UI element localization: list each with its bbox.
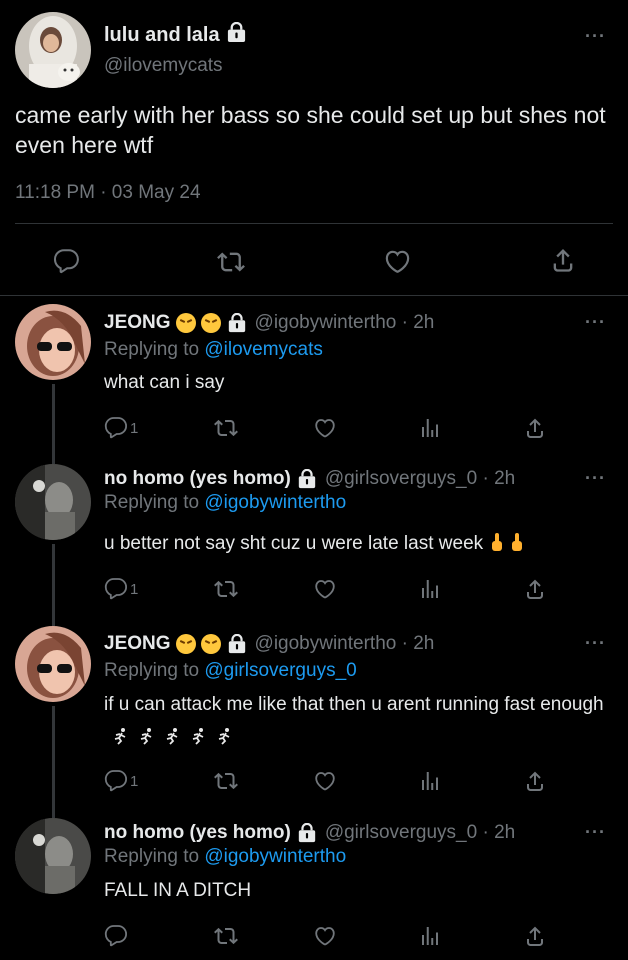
middle-finger-emoji	[492, 533, 503, 551]
retweet-icon[interactable]	[214, 416, 238, 440]
more-icon[interactable]: ···	[585, 312, 606, 333]
lock-icon	[297, 823, 317, 843]
persevering-face-emoji	[175, 313, 196, 333]
reply-count: 1	[130, 419, 139, 437]
running-emoji	[218, 728, 230, 745]
running-emoji	[114, 728, 126, 745]
reply-text: what can i say	[104, 372, 225, 393]
running-emoji	[192, 728, 204, 745]
tweet-timestamp[interactable]: 11:18 PM · 03 May 24	[15, 182, 201, 204]
replying-to-label: Replying to	[104, 339, 205, 360]
reply-icon[interactable]	[104, 924, 128, 948]
reply-button[interactable]: 1	[104, 416, 138, 440]
replying-to-link[interactable]: @igobywintertho	[204, 492, 346, 513]
divider	[15, 223, 613, 224]
retweet-icon[interactable]	[214, 924, 238, 948]
author-display-name[interactable]: JEONG	[104, 312, 171, 334]
reply-text-content: if u can attack me like that then u aren…	[104, 694, 604, 715]
avatar[interactable]	[15, 818, 91, 894]
reply-author[interactable]: JEONG @igobywintertho · 2h	[104, 312, 434, 334]
avatar[interactable]	[15, 12, 91, 88]
replying-to: Replying to @ilovemycats	[104, 339, 323, 361]
replying-to-label: Replying to	[104, 492, 205, 513]
author-handle[interactable]: @ilovemycats	[104, 55, 223, 77]
thread-line	[52, 706, 55, 818]
persevering-face-emoji	[200, 313, 221, 333]
replying-to: Replying to @igobywintertho	[104, 492, 346, 514]
author-handle[interactable]: @igobywintertho · 2h	[255, 633, 435, 655]
reply-author[interactable]: no homo (yes homo) @girlsoverguys_0 · 2h	[104, 468, 515, 490]
running-emoji	[140, 728, 152, 745]
persevering-face-emoji	[175, 634, 196, 654]
lock-icon	[227, 634, 247, 654]
views-icon[interactable]	[418, 577, 442, 601]
replying-to-label: Replying to	[104, 660, 205, 681]
reply-text-content: u better not say sht cuz u were late las…	[104, 533, 484, 554]
author-handle[interactable]: @igobywintertho · 2h	[255, 312, 435, 334]
main-tweet: lulu and lala @ilovemycats ··· came earl…	[0, 0, 628, 296]
share-icon[interactable]	[523, 577, 547, 601]
views-icon[interactable]	[418, 769, 442, 793]
like-icon[interactable]	[313, 924, 337, 948]
more-icon[interactable]: ···	[585, 822, 606, 843]
reply-icon[interactable]	[104, 769, 128, 793]
share-icon[interactable]	[549, 246, 577, 274]
replying-to-link[interactable]: @girlsoverguys_0	[204, 660, 356, 681]
thread-line	[52, 384, 55, 464]
lock-icon	[227, 313, 247, 333]
share-icon[interactable]	[523, 416, 547, 440]
reply-author[interactable]: no homo (yes homo) @girlsoverguys_0 · 2h	[104, 822, 515, 844]
author-display-name[interactable]: no homo (yes homo)	[104, 822, 291, 844]
reply-author[interactable]: JEONG @igobywintertho · 2h	[104, 633, 434, 655]
reply-text: u better not say sht cuz u were late las…	[104, 527, 624, 560]
reply-icon[interactable]	[53, 248, 80, 275]
more-icon[interactable]: ···	[585, 468, 606, 489]
retweet-icon[interactable]	[214, 769, 238, 793]
replying-to: Replying to @girlsoverguys_0	[104, 660, 357, 682]
avatar[interactable]	[15, 304, 91, 380]
reply-text: if u can attack me like that then u aren…	[104, 688, 614, 754]
reply-icon[interactable]	[104, 416, 128, 440]
reply-text: FALL IN A DITCH	[104, 880, 252, 901]
middle-finger-emoji	[512, 533, 523, 551]
like-icon[interactable]	[313, 769, 337, 793]
retweet-icon[interactable]	[214, 577, 238, 601]
more-icon[interactable]: ···	[585, 26, 606, 47]
replying-to-link[interactable]: @igobywintertho	[204, 846, 346, 867]
replying-to-label: Replying to	[104, 846, 205, 867]
replying-to: Replying to @igobywintertho	[104, 846, 346, 868]
views-icon[interactable]	[418, 924, 442, 948]
reply-count: 1	[130, 772, 139, 790]
more-icon[interactable]: ···	[585, 633, 606, 654]
retweet-icon[interactable]	[217, 248, 245, 276]
reply-button[interactable]: 1	[104, 769, 138, 793]
divider	[0, 295, 628, 296]
author-display-name[interactable]: no homo (yes homo)	[104, 468, 291, 490]
thread-line	[52, 544, 55, 626]
tweet-text: came early with her bass so she could se…	[15, 102, 606, 158]
reply-count: 1	[130, 580, 139, 598]
like-icon[interactable]	[383, 247, 412, 276]
author-display-name[interactable]: lulu and lala	[104, 24, 220, 46]
avatar[interactable]	[15, 626, 91, 702]
replying-to-link[interactable]: @ilovemycats	[204, 339, 323, 360]
reply-button[interactable]: 1	[104, 577, 138, 601]
author-handle[interactable]: @girlsoverguys_0 · 2h	[325, 468, 515, 490]
running-emoji	[166, 728, 178, 745]
reply-icon[interactable]	[104, 577, 128, 601]
share-icon[interactable]	[523, 769, 547, 793]
like-icon[interactable]	[313, 577, 337, 601]
lock-icon	[297, 469, 317, 489]
persevering-face-emoji	[200, 634, 221, 654]
lock-icon	[226, 22, 247, 43]
like-icon[interactable]	[313, 416, 337, 440]
avatar[interactable]	[15, 464, 91, 540]
share-icon[interactable]	[523, 924, 547, 948]
views-icon[interactable]	[418, 416, 442, 440]
author-name[interactable]: lulu and lala	[104, 22, 247, 47]
author-display-name[interactable]: JEONG	[104, 633, 171, 655]
author-handle[interactable]: @girlsoverguys_0 · 2h	[325, 822, 515, 844]
